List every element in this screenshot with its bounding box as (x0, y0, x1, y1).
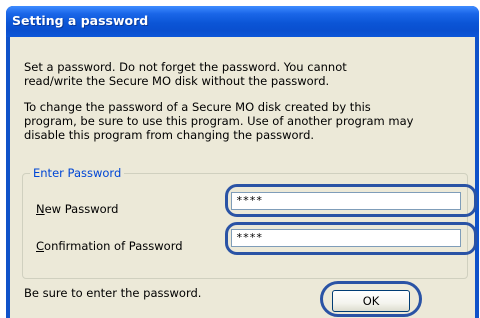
info-paragraph-1-line-1: Set a password. Do not forget the passwo… (24, 60, 347, 74)
info-paragraph-2: To change the password of a Secure MO di… (24, 100, 464, 142)
enter-password-group: Enter Password New Password **** Confirm… (22, 166, 477, 279)
info-paragraph-2-line-2: program, be sure to use this program. Us… (24, 114, 414, 128)
new-password-input[interactable]: **** (231, 192, 461, 210)
confirm-password-input[interactable]: **** (231, 229, 461, 247)
ok-button[interactable]: OK (332, 290, 410, 312)
confirm-password-label-accelerator: C (36, 239, 45, 253)
confirm-password-label: Confirmation of Password (36, 239, 183, 253)
new-password-label: New Password (36, 202, 118, 216)
new-password-label-accelerator: N (36, 202, 45, 216)
enter-password-legend: Enter Password (30, 166, 125, 180)
info-paragraph-2-line-3: disable this program from changing the p… (24, 128, 315, 142)
info-paragraph-1: Set a password. Do not forget the passwo… (24, 60, 464, 88)
footer-note: Be sure to enter the password. (24, 286, 202, 300)
new-password-label-text: ew Password (44, 202, 119, 216)
info-paragraph-2-line-1: To change the password of a Secure MO di… (24, 100, 371, 114)
window-title: Setting a password (12, 13, 149, 28)
dialog-client-area: Set a password. Do not forget the passwo… (10, 37, 477, 318)
dialog-window: Setting a password Set a password. Do no… (6, 6, 479, 318)
info-paragraph-1-line-2: read/write the Secure MO disk without th… (24, 74, 330, 88)
confirm-password-label-text: onfirmation of Password (44, 239, 183, 253)
title-bar[interactable]: Setting a password (6, 6, 479, 37)
